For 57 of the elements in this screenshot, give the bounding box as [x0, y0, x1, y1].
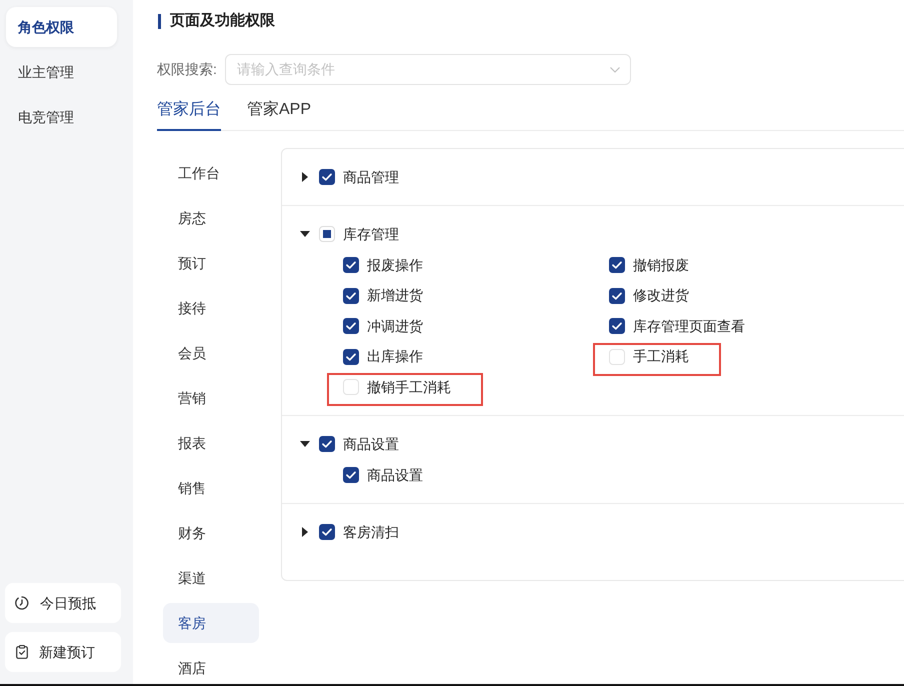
sidebar-item[interactable]: 业主管理: [6, 52, 117, 92]
checkbox-label[interactable]: 库存管理页面查看: [633, 316, 745, 336]
shortcut-button[interactable]: 今日预抵: [5, 583, 121, 623]
module-menu-item[interactable]: 房态: [163, 198, 259, 238]
checkbox-label[interactable]: 撤销手工消耗: [367, 376, 451, 398]
clipboard-check-icon: [16, 645, 28, 659]
checkbox[interactable]: [609, 348, 625, 364]
module-menu-item[interactable]: 财务: [163, 513, 259, 553]
sidebar-item[interactable]: 电竞管理: [6, 97, 117, 137]
module-menu-item[interactable]: 客房: [163, 603, 259, 643]
chevron-down-icon: [610, 66, 620, 72]
checkbox[interactable]: [319, 169, 335, 185]
checkbox[interactable]: [609, 288, 625, 304]
module-menu-item[interactable]: 销售: [163, 468, 259, 508]
checkbox-label[interactable]: 修改进货: [633, 285, 689, 306]
title-accent-bar: [158, 14, 161, 28]
checkbox-label[interactable]: 客房清扫: [343, 522, 399, 542]
checkbox[interactable]: [343, 348, 359, 364]
checkbox[interactable]: [343, 467, 359, 483]
search-label: 权限搜索:: [157, 60, 217, 79]
checkbox-label[interactable]: 手工消耗: [633, 346, 689, 367]
tab[interactable]: 管家APP: [247, 99, 312, 131]
checkbox-label[interactable]: 冲调进货: [367, 316, 423, 336]
checkbox[interactable]: [609, 318, 625, 334]
module-menu-item[interactable]: 会员: [163, 333, 259, 373]
checkbox[interactable]: [343, 257, 359, 273]
caret-right-icon[interactable]: [302, 172, 308, 182]
checkbox-label[interactable]: 撤销报废: [633, 254, 689, 276]
checkbox[interactable]: [343, 379, 359, 395]
shortcut-button[interactable]: 新建预订: [5, 632, 121, 672]
module-menu-item[interactable]: 酒店: [163, 648, 259, 684]
checkbox[interactable]: [609, 257, 625, 273]
caret-down-icon[interactable]: [300, 441, 310, 447]
checkbox-label[interactable]: 商品设置: [367, 464, 423, 486]
module-menu-item[interactable]: 渠道: [163, 558, 259, 598]
checkbox-label[interactable]: 新增进货: [367, 285, 423, 306]
sidebar-item[interactable]: 角色权限: [6, 7, 117, 47]
clock-icon: [15, 596, 29, 610]
checkbox-label[interactable]: 商品管理: [343, 166, 399, 188]
checkbox-label[interactable]: 报废操作: [367, 254, 423, 276]
checkbox[interactable]: [319, 226, 335, 242]
checkbox[interactable]: [343, 318, 359, 334]
module-menu-item[interactable]: 营销: [163, 378, 259, 418]
page-title: 页面及功能权限: [170, 11, 275, 31]
checkbox-label[interactable]: 库存管理: [343, 224, 399, 244]
module-menu-item[interactable]: 报表: [163, 423, 259, 463]
module-menu-item[interactable]: 预订: [163, 243, 259, 283]
tab[interactable]: 管家后台: [157, 99, 221, 131]
checkbox-label[interactable]: 商品设置: [343, 434, 399, 454]
checkbox[interactable]: [343, 288, 359, 304]
checkbox-label[interactable]: 出库操作: [367, 346, 423, 367]
checkbox[interactable]: [319, 524, 335, 540]
module-menu-item[interactable]: 接待: [163, 288, 259, 328]
caret-right-icon[interactable]: [302, 527, 308, 537]
checkbox[interactable]: [319, 436, 335, 452]
module-menu-item[interactable]: 工作台: [163, 153, 259, 193]
caret-down-icon[interactable]: [300, 231, 310, 237]
